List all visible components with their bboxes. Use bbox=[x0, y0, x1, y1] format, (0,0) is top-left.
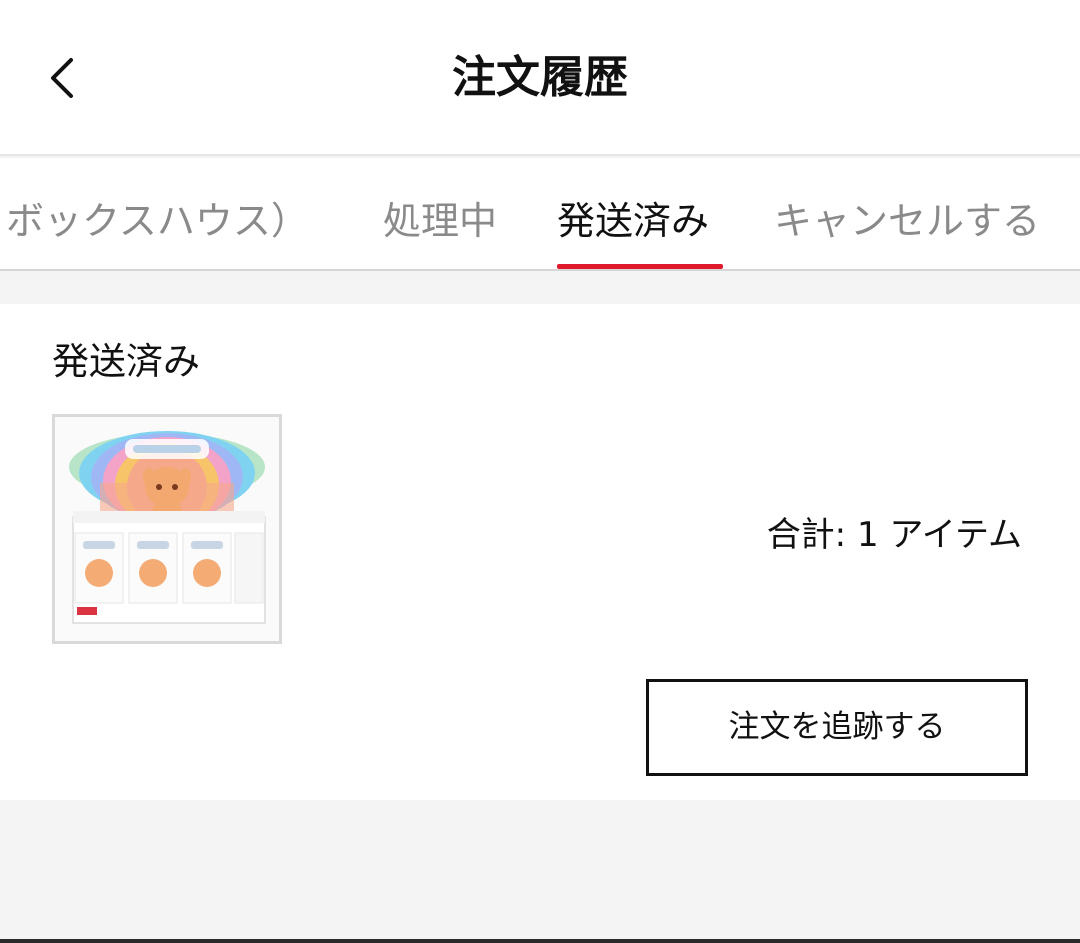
app-header: 注文履歴 bbox=[0, 0, 1080, 156]
tab-processing[interactable]: 処理中 bbox=[383, 196, 497, 246]
product-image bbox=[69, 431, 266, 624]
tab-boxhouse[interactable]: ボックスハウス） bbox=[6, 196, 309, 246]
track-order-button[interactable]: 注文を追跡する bbox=[646, 679, 1028, 776]
bottom-divider bbox=[0, 939, 1080, 943]
blind-box-2 bbox=[128, 532, 178, 604]
active-tab-indicator bbox=[557, 264, 723, 269]
page-title: 注文履歴 bbox=[452, 52, 628, 103]
order-total: 合計: 1 アイテム bbox=[766, 515, 1022, 555]
blind-box-3 bbox=[182, 532, 232, 604]
product-thumbnail[interactable] bbox=[52, 414, 282, 644]
box-title-graphic bbox=[125, 439, 209, 459]
tab-cancelled[interactable]: キャンセルする bbox=[774, 196, 1040, 246]
tab-shipped[interactable]: 発送済み bbox=[557, 196, 709, 246]
order-status-label: 発送済み bbox=[52, 340, 200, 383]
brand-logo bbox=[77, 607, 97, 615]
blind-box-1 bbox=[74, 532, 124, 604]
